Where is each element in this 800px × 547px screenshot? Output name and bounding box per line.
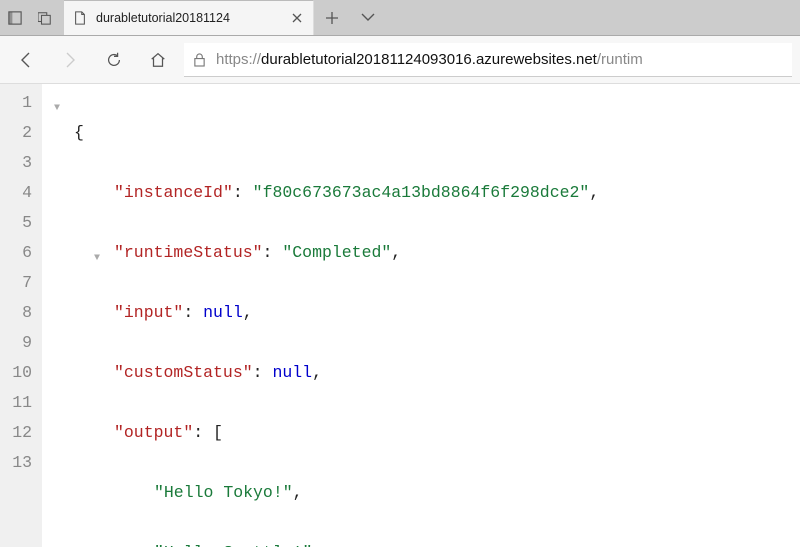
- new-tab-button[interactable]: [314, 0, 350, 35]
- line-number: 12: [6, 418, 32, 448]
- collapse-caret-icon[interactable]: ▼: [54, 94, 60, 124]
- home-button[interactable]: [140, 42, 176, 78]
- json-key: input: [124, 303, 174, 322]
- url-protocol: https://: [216, 51, 261, 68]
- line-number: 13: [6, 448, 32, 478]
- url-path: /runtim: [597, 51, 643, 68]
- back-button[interactable]: [8, 42, 44, 78]
- json-array-item: Hello Tokyo!: [164, 483, 283, 502]
- line-number: 11: [6, 388, 32, 418]
- json-array-item: Hello Seattle!: [164, 543, 303, 547]
- line-number: 6: [6, 238, 32, 268]
- url-text: https://durabletutorial20181124093016.az…: [216, 51, 786, 68]
- code-area[interactable]: ▼{ "instanceId": "f80c673673ac4a13bd8864…: [42, 84, 599, 547]
- line-number: 8: [6, 298, 32, 328]
- json-key: customStatus: [124, 363, 243, 382]
- refresh-button[interactable]: [96, 42, 132, 78]
- tabs-preview-icon[interactable]: [30, 0, 60, 35]
- tab-menu-button[interactable]: [350, 0, 386, 35]
- json-key: output: [124, 423, 183, 442]
- line-number: 4: [6, 178, 32, 208]
- json-key: instanceId: [124, 183, 223, 202]
- line-number: 2: [6, 118, 32, 148]
- address-bar[interactable]: https://durabletutorial20181124093016.az…: [184, 43, 792, 77]
- file-icon: [72, 10, 88, 26]
- line-number: 9: [6, 328, 32, 358]
- line-number: 5: [6, 208, 32, 238]
- json-value: Completed: [292, 243, 381, 262]
- line-number: 7: [6, 268, 32, 298]
- line-number: 3: [6, 148, 32, 178]
- line-gutter: 1 2 3 4 5 6 7 8 9 10 11 12 13: [0, 84, 42, 547]
- url-host: durabletutorial20181124093016.azurewebsi…: [261, 51, 597, 68]
- forward-button[interactable]: [52, 42, 88, 78]
- tabs-aside-icon[interactable]: [0, 0, 30, 35]
- json-viewer: 1 2 3 4 5 6 7 8 9 10 11 12 13 ▼{ "instan…: [0, 84, 800, 547]
- line-number: 10: [6, 358, 32, 388]
- line-number: 1: [6, 88, 32, 118]
- json-key: runtimeStatus: [124, 243, 253, 262]
- lock-icon: [190, 52, 208, 67]
- tab-title: durabletutorial20181124: [96, 11, 281, 25]
- json-value: f80c673673ac4a13bd8864f6f298dce2: [263, 183, 580, 202]
- browser-tab[interactable]: durabletutorial20181124: [64, 0, 314, 35]
- json-value: null: [203, 303, 243, 322]
- titlebar-spacer: [386, 0, 800, 35]
- toolbar: https://durabletutorial20181124093016.az…: [0, 36, 800, 84]
- close-icon[interactable]: [289, 10, 305, 26]
- titlebar: durabletutorial20181124: [0, 0, 800, 36]
- collapse-caret-icon[interactable]: ▼: [94, 244, 100, 274]
- json-value: null: [272, 363, 312, 382]
